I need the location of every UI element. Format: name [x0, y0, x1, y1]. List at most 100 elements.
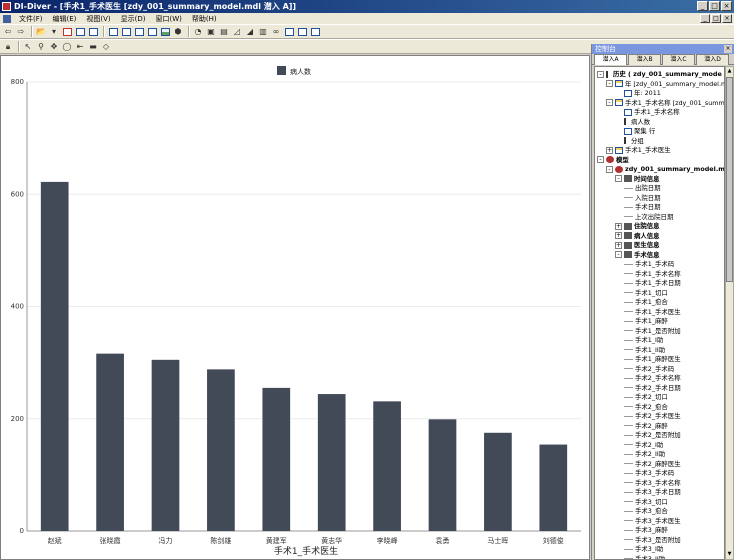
- tree-node[interactable]: - 手术1_手术名称 [zdy_001_summar: [606, 98, 724, 108]
- collapse-icon[interactable]: -: [606, 80, 613, 87]
- tree-node[interactable]: 手术2_麻醉医生: [624, 459, 681, 469]
- collapse-icon[interactable]: -: [606, 99, 613, 106]
- tree-node[interactable]: 手术2_愈合: [624, 402, 668, 412]
- tree-node[interactable]: 手术1_愈合: [624, 297, 668, 307]
- tree-node[interactable]: 手术1_麻醉医生: [624, 354, 681, 364]
- eraser-icon[interactable]: ◇: [100, 41, 112, 52]
- tree-node[interactable]: 手术2_手术医生: [624, 411, 681, 421]
- camera-icon[interactable]: ▣: [205, 26, 217, 37]
- line-chart-icon[interactable]: ◿: [231, 26, 243, 37]
- tree-node[interactable]: - 年 [zdy_001_summary_model.mdl]: [606, 79, 724, 89]
- tree-node[interactable]: 出院日期: [624, 183, 661, 193]
- tree-node[interactable]: 手术3_手术名称: [624, 478, 681, 488]
- circle-icon[interactable]: ◯: [61, 41, 73, 52]
- print-icon[interactable]: [74, 26, 86, 37]
- expand-icon[interactable]: +: [615, 232, 622, 239]
- chart-area[interactable]: 0 200 400 600 800 赵斌 张晓霞 冯力 陈剑雄 黄建军 黄志华 李晓峰 袁勇 马士晖 刘德俊…: [0, 55, 590, 560]
- tree-node[interactable]: + 住院信息: [615, 221, 660, 231]
- dropdown-arrow-icon[interactable]: ▾: [48, 26, 60, 37]
- pan-icon[interactable]: ✥: [48, 41, 60, 52]
- record-icon[interactable]: [61, 26, 73, 37]
- tree-node[interactable]: 手术1_手术码: [624, 259, 674, 269]
- tab-drill-b[interactable]: 潜入B: [628, 54, 661, 65]
- collapse-icon[interactable]: -: [597, 156, 604, 163]
- scroll-thumb[interactable]: [726, 77, 733, 282]
- tab-drill-c[interactable]: 潜入C: [662, 54, 695, 65]
- window-tile-icon[interactable]: [296, 26, 308, 37]
- tree-node[interactable]: 手术3_手术日期: [624, 487, 681, 497]
- tree-node[interactable]: 手术2_II助: [624, 449, 665, 459]
- doc-minimize-button[interactable]: _: [700, 14, 710, 23]
- zoom-icon[interactable]: ⚲: [35, 41, 47, 52]
- area-chart-icon[interactable]: ◢: [244, 26, 256, 37]
- collapse-icon[interactable]: -: [606, 165, 613, 173]
- expand-icon[interactable]: +: [606, 146, 613, 154]
- tree-node[interactable]: 手术3_麻醉: [624, 525, 668, 535]
- table-view-icon[interactable]: [107, 26, 119, 37]
- open-folder-icon[interactable]: 📂: [35, 26, 47, 37]
- tree-node[interactable]: 聚集 行: [615, 126, 655, 136]
- chart-grid-icon[interactable]: [159, 26, 171, 37]
- pie-chart-icon[interactable]: ◔: [192, 26, 204, 37]
- menu-file[interactable]: 文件(F): [14, 14, 48, 24]
- menu-window[interactable]: 窗口(W): [151, 14, 187, 24]
- tree-node[interactable]: 手术日期: [624, 202, 661, 212]
- tree-node[interactable]: + 医生信息: [615, 240, 660, 250]
- tree-node[interactable]: + 病人信息: [615, 231, 660, 241]
- tree-node[interactable]: 手术2_手术名称: [624, 373, 681, 383]
- tree-node[interactable]: - 时间信息: [615, 174, 660, 184]
- model-tree[interactable]: - 历史 ( zdy_001_summary_mode - 年 [zdy_001_su…: [594, 66, 725, 560]
- back-arrow-icon[interactable]: ⇦: [2, 26, 14, 37]
- title-bar[interactable]: DI-Diver - [手术1_手术医生 [zdy_001_summary_mo…: [0, 0, 734, 13]
- tree-node[interactable]: - 模型: [597, 155, 629, 165]
- tree-node[interactable]: 入院日期: [624, 193, 661, 203]
- tree-node[interactable]: 手术2_是否附加: [624, 430, 681, 440]
- tree-node[interactable]: 手术3_手术码: [624, 468, 674, 478]
- menu-view[interactable]: 视图(V): [81, 14, 115, 24]
- tree-node[interactable]: 手术3_是否附加: [624, 535, 681, 545]
- tab-drill-a[interactable]: 潜入A: [594, 54, 627, 65]
- tree-node[interactable]: 手术1_手术医生: [624, 307, 681, 317]
- scroll-up-icon[interactable]: ▲: [726, 67, 733, 76]
- tree-node[interactable]: - 手术信息: [615, 250, 660, 260]
- window-icon[interactable]: [283, 26, 295, 37]
- tree-node[interactable]: 手术1_I助: [624, 335, 663, 345]
- tree-node[interactable]: 手术2_麻醉: [624, 421, 668, 431]
- window-cascade-icon[interactable]: [309, 26, 321, 37]
- tree-node[interactable]: 手术3_愈合: [624, 506, 668, 516]
- collapse-icon[interactable]: -: [615, 251, 622, 258]
- tree-node[interactable]: 手术2_切口: [624, 392, 668, 402]
- doc-restore-button[interactable]: □: [711, 14, 721, 23]
- tree-node[interactable]: 手术2_手术日期: [624, 383, 681, 393]
- export-icon[interactable]: ▤: [218, 26, 230, 37]
- menu-display[interactable]: 显示(D): [116, 14, 151, 24]
- shrink-icon[interactable]: ⇤: [74, 41, 86, 52]
- tree-node[interactable]: 手术2_I助: [624, 440, 663, 450]
- split-view-icon[interactable]: [133, 26, 145, 37]
- tree-node[interactable]: 手术3_手术医生: [624, 516, 681, 526]
- binoculars-icon[interactable]: ∞: [270, 26, 282, 37]
- tree-node[interactable]: 手术1_手术名称: [615, 107, 680, 117]
- tree-node[interactable]: + 手术1_手术医生: [606, 145, 671, 155]
- tree-node[interactable]: 手术1_手术名称: [624, 269, 681, 279]
- tree-node[interactable]: 分组: [615, 136, 644, 146]
- tree-node[interactable]: 手术1_手术日期: [624, 278, 681, 288]
- preview-icon[interactable]: [87, 26, 99, 37]
- tree-node[interactable]: 病人数: [615, 117, 650, 127]
- grid-view-icon[interactable]: [120, 26, 132, 37]
- panel-close-icon[interactable]: ×: [724, 45, 732, 53]
- menu-help[interactable]: 帮助(H): [187, 14, 222, 24]
- tree-node[interactable]: - zdy_001_summary_model.mdl: [606, 164, 724, 174]
- tree-node[interactable]: 手术3_切口: [624, 497, 668, 507]
- expand-icon[interactable]: +: [615, 241, 622, 249]
- tree-node[interactable]: 手术1_II助: [624, 345, 665, 355]
- tree-node[interactable]: - 历史 ( zdy_001_summary_mode: [597, 69, 722, 79]
- tree-scrollbar[interactable]: ▲ ▼: [725, 66, 734, 560]
- scroll-down-icon[interactable]: ▼: [726, 550, 733, 559]
- doc-close-button[interactable]: ×: [722, 14, 732, 23]
- tree-node[interactable]: 年: 2011: [615, 88, 661, 98]
- collapse-icon[interactable]: -: [597, 70, 604, 78]
- lock-icon[interactable]: 🔒︎: [2, 41, 14, 52]
- minus-icon[interactable]: ▬: [87, 41, 99, 52]
- list-view-icon[interactable]: [146, 26, 158, 37]
